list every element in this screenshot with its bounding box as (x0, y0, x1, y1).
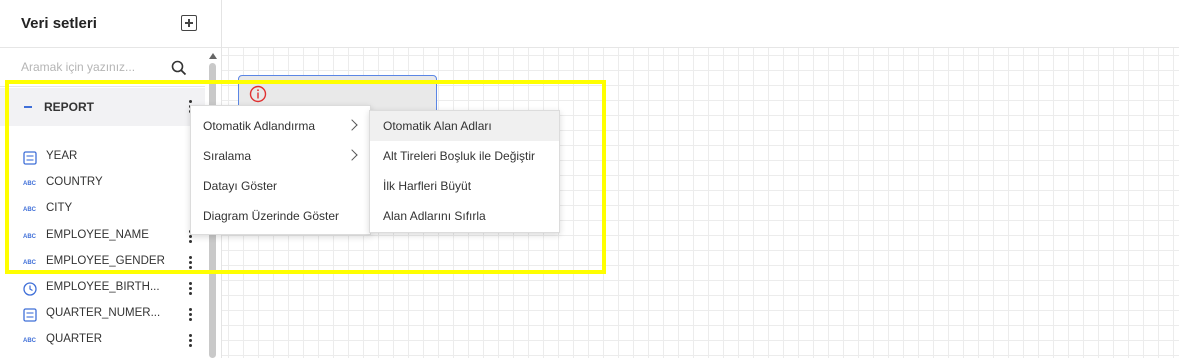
field-row[interactable]: ABC EMPLOYEE_GENDER (0, 250, 205, 276)
sidebar-header: Veri setleri (0, 0, 221, 48)
clock-icon (23, 282, 37, 296)
menu-item-show-on-diagram[interactable]: Diagram Üzerinde Göster (191, 201, 370, 231)
field-label: CITY (46, 202, 73, 214)
scroll-up-arrow-icon[interactable] (209, 53, 217, 59)
abc-icon: ABC (23, 207, 36, 213)
field-label: COUNTRY (46, 176, 103, 188)
submenu-item-capitalize[interactable]: İlk Harfleri Büyüt (370, 171, 559, 201)
dataset-group-report[interactable]: REPORT (0, 88, 205, 126)
field-row[interactable]: YEAR (0, 145, 205, 171)
field-more-icon[interactable] (189, 282, 193, 296)
field-more-icon[interactable] (189, 334, 193, 348)
menu-item-label: Otomatik Adlandırma (203, 119, 316, 133)
field-row[interactable]: ABC CITY (0, 197, 205, 223)
group-label: REPORT (44, 100, 95, 114)
datasets-sidebar: Veri setleri REPORT YEAR ABC COUNTRY ABC… (0, 0, 222, 358)
field-more-icon[interactable] (189, 256, 193, 270)
context-menu: Otomatik Adlandırma Sıralama Datayı Göst… (190, 105, 371, 235)
menu-item-show-data[interactable]: Datayı Göster (191, 171, 370, 201)
search-icon[interactable] (170, 59, 188, 77)
menu-item-sorting[interactable]: Sıralama (191, 141, 370, 171)
field-label: QUARTER_NUMER... (46, 307, 161, 319)
abc-icon: ABC (23, 260, 36, 266)
menu-item-label: Sıralama (203, 149, 252, 163)
chevron-right-icon (346, 149, 358, 161)
submenu-item-label: Alt Tireleri Boşluk ile Değiştir (383, 149, 536, 163)
sidebar-title: Veri setleri (21, 15, 97, 32)
add-dataset-icon[interactable] (181, 15, 197, 31)
menu-item-label: Diagram Üzerinde Göster (203, 209, 340, 223)
collapse-icon[interactable] (24, 106, 32, 108)
field-row[interactable]: EMPLOYEE_BIRTH... (0, 276, 205, 302)
chevron-right-icon (346, 119, 358, 131)
field-label: EMPLOYEE_NAME (46, 229, 149, 241)
field-row[interactable]: ABC QUARTER (0, 328, 205, 354)
search-input[interactable] (21, 58, 161, 76)
field-label: YEAR (46, 150, 78, 162)
warning-info-icon[interactable] (249, 85, 267, 103)
submenu-item-auto-field-names[interactable]: Otomatik Alan Adları (370, 111, 559, 141)
submenu-item-label: İlk Harfleri Büyüt (383, 179, 472, 193)
field-label: EMPLOYEE_GENDER (46, 255, 165, 267)
submenu-item-label: Alan Adlarını Sıfırla (383, 209, 486, 223)
submenu-item-label: Otomatik Alan Adları (383, 119, 492, 133)
abc-icon: ABC (23, 234, 36, 240)
canvas-toolbar (222, 0, 1179, 48)
menu-item-label: Datayı Göster (203, 179, 278, 193)
submenu: Otomatik Alan Adları Alt Tireleri Boşluk… (369, 110, 560, 233)
field-row[interactable]: QUARTER_NUMER... (0, 302, 205, 328)
number-icon (23, 308, 37, 322)
field-more-icon[interactable] (189, 308, 193, 322)
menu-item-auto-naming[interactable]: Otomatik Adlandırma (191, 111, 370, 141)
submenu-item-reset-names[interactable]: Alan Adlarını Sıfırla (370, 201, 559, 231)
field-row[interactable]: ABC COUNTRY (0, 171, 205, 197)
number-icon (23, 151, 37, 165)
abc-icon: ABC (23, 338, 36, 344)
abc-icon: ABC (23, 181, 36, 187)
field-label: EMPLOYEE_BIRTH... (46, 281, 160, 293)
search-row (0, 48, 205, 87)
submenu-item-replace-underscores[interactable]: Alt Tireleri Boşluk ile Değiştir (370, 141, 559, 171)
field-row[interactable]: ABC EMPLOYEE_NAME (0, 224, 205, 250)
field-label: QUARTER (46, 333, 103, 345)
